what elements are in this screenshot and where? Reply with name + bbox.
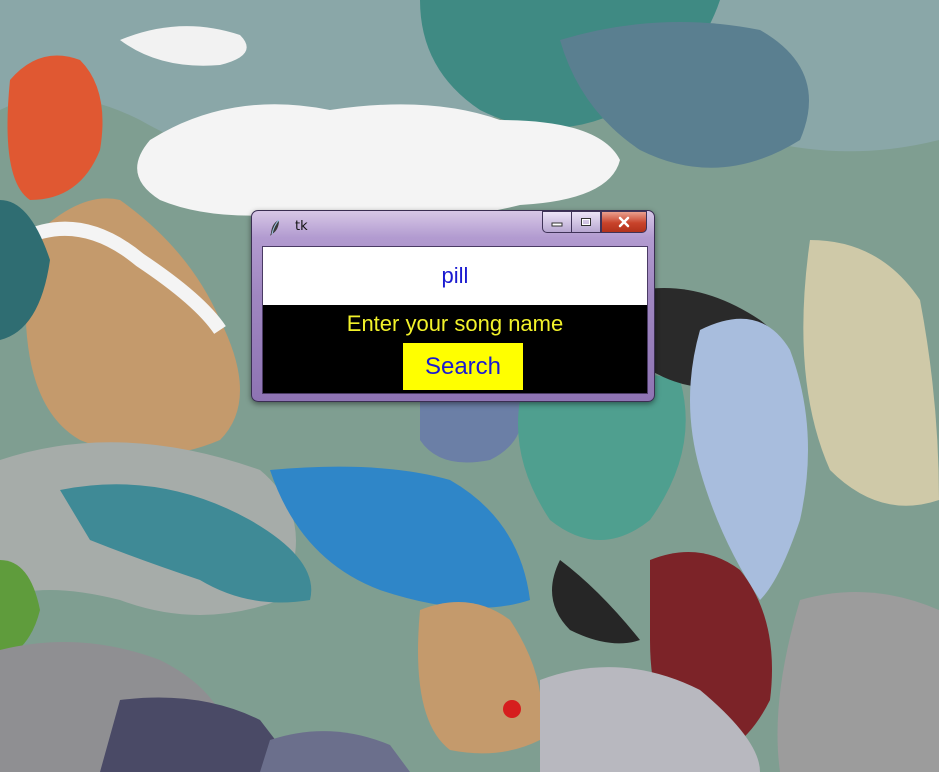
close-icon <box>618 216 630 228</box>
tk-window: tk Enter your song name Search <box>251 210 655 402</box>
title-bar[interactable]: tk <box>251 210 655 244</box>
maximize-icon <box>581 218 591 226</box>
search-button[interactable]: Search <box>403 343 523 390</box>
maximize-button[interactable] <box>571 211 601 233</box>
minimize-icon <box>551 222 563 227</box>
feather-icon <box>270 219 280 236</box>
minimize-button[interactable] <box>542 211 571 233</box>
song-name-input[interactable] <box>263 247 647 305</box>
window-client-area: Enter your song name Search <box>262 246 648 394</box>
close-button[interactable] <box>601 211 647 233</box>
caption-buttons <box>542 211 647 233</box>
window-title: tk <box>295 219 308 234</box>
prompt-label: Enter your song name <box>346 311 564 336</box>
